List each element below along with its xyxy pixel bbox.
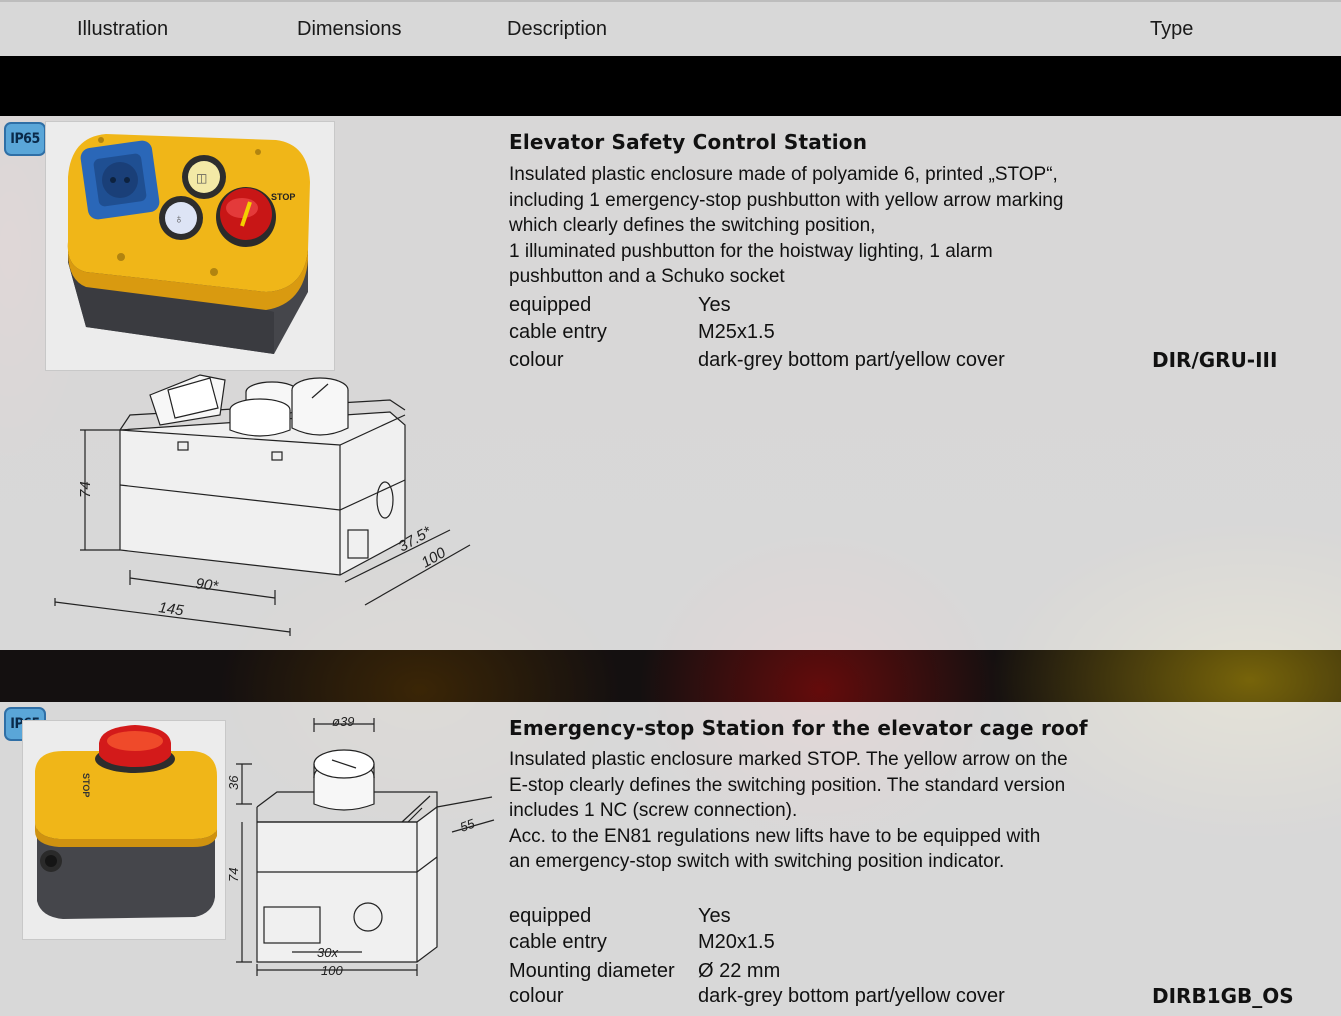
spec-label-colour: colour <box>509 985 564 1007</box>
dimension-drawing-2: ø39 36 74 55 30x 100 <box>226 714 495 978</box>
spec-label-cable-entry: cable entry <box>509 931 607 953</box>
bell-symbol-icon: ♁ <box>174 211 184 226</box>
spec-value-equipped: Yes <box>698 294 731 316</box>
spec-label-cable-entry: cable entry <box>509 321 607 343</box>
dim-width: 100 <box>321 963 343 978</box>
spec-label-colour: colour <box>509 349 564 371</box>
description-line: 1 illuminated pushbutton for the hoistwa… <box>509 240 993 262</box>
description-line: an emergency-stop switch with switching … <box>509 851 1005 872</box>
separator-band <box>0 56 1341 116</box>
product-photo-2: STOP <box>22 720 226 940</box>
dim-width-inner: 30x <box>317 945 338 960</box>
spec-value-colour: dark-grey bottom part/yellow cover <box>698 985 1005 1007</box>
dim-width: 145 <box>157 599 185 619</box>
product-description-2: Insulated plastic enclosure marked STOP.… <box>509 747 1149 875</box>
product-description-1: Insulated plastic enclosure made of poly… <box>509 162 1149 290</box>
type-code-2: DIRB1GB_OS <box>1152 984 1294 1008</box>
product-photo-1: ◫ ♁ STOP <box>45 121 335 371</box>
spec-label-equipped: equipped <box>509 294 592 316</box>
product-title-1: Elevator Safety Control Station <box>509 130 868 154</box>
dimension-drawing-1: 74 90* 145 37.5* 100 <box>54 374 471 636</box>
column-header-description: Description <box>507 18 608 40</box>
dim-height: 74 <box>226 868 241 882</box>
dim-diameter: ø39 <box>332 714 354 729</box>
column-header-illustration: Illustration <box>77 18 169 40</box>
stop-marking: STOP <box>81 773 91 797</box>
spec-value-mounting-diameter: Ø 22 mm <box>698 960 781 982</box>
column-header-type: Type <box>1150 18 1194 40</box>
ip65-badge: IP65 <box>4 122 46 156</box>
spec-value-colour: dark-grey bottom part/yellow cover <box>698 349 1005 371</box>
description-line: pushbutton and a Schuko socket <box>509 266 785 287</box>
description-line: Insulated plastic enclosure marked STOP.… <box>509 749 1068 770</box>
description-line: Acc. to the EN81 regulations new lifts h… <box>509 825 1041 847</box>
estop-station-image: STOP <box>35 725 217 919</box>
dim-depth: 100 <box>419 544 450 572</box>
description-line: E-stop clearly defines the switching pos… <box>509 774 1066 796</box>
stop-marking: STOP <box>271 192 295 202</box>
type-code-1: DIR/GRU-III <box>1152 348 1278 372</box>
description-line: including 1 emergency-stop pushbutton wi… <box>509 189 1064 211</box>
spec-label-equipped: equipped <box>509 905 592 927</box>
product-title-2: Emergency-stop Station for the elevator … <box>509 716 1088 740</box>
dim-height: 74 <box>77 481 94 498</box>
control-station-image: ◫ ♁ STOP <box>67 134 311 354</box>
light-symbol-icon: ◫ <box>196 171 207 185</box>
column-header-dimensions: Dimensions <box>297 18 402 40</box>
separator-band <box>0 650 1341 702</box>
spec-value-cable-entry: M20x1.5 <box>698 931 775 953</box>
spec-value-cable-entry: M25x1.5 <box>698 321 775 343</box>
description-line: which clearly defines the switching posi… <box>509 215 876 236</box>
spec-label-mounting-diameter: Mounting diameter <box>509 960 675 982</box>
spec-value-equipped: Yes <box>698 905 731 927</box>
table-header: Illustration Dimensions Description Type <box>0 0 1341 56</box>
dim-width-inner: 90* <box>194 575 220 595</box>
dim-top-height: 36 <box>226 775 241 790</box>
description-line: Insulated plastic enclosure made of poly… <box>509 164 1058 185</box>
description-line: includes 1 NC (screw connection). <box>509 800 798 821</box>
dim-depth: 55 <box>458 816 477 835</box>
